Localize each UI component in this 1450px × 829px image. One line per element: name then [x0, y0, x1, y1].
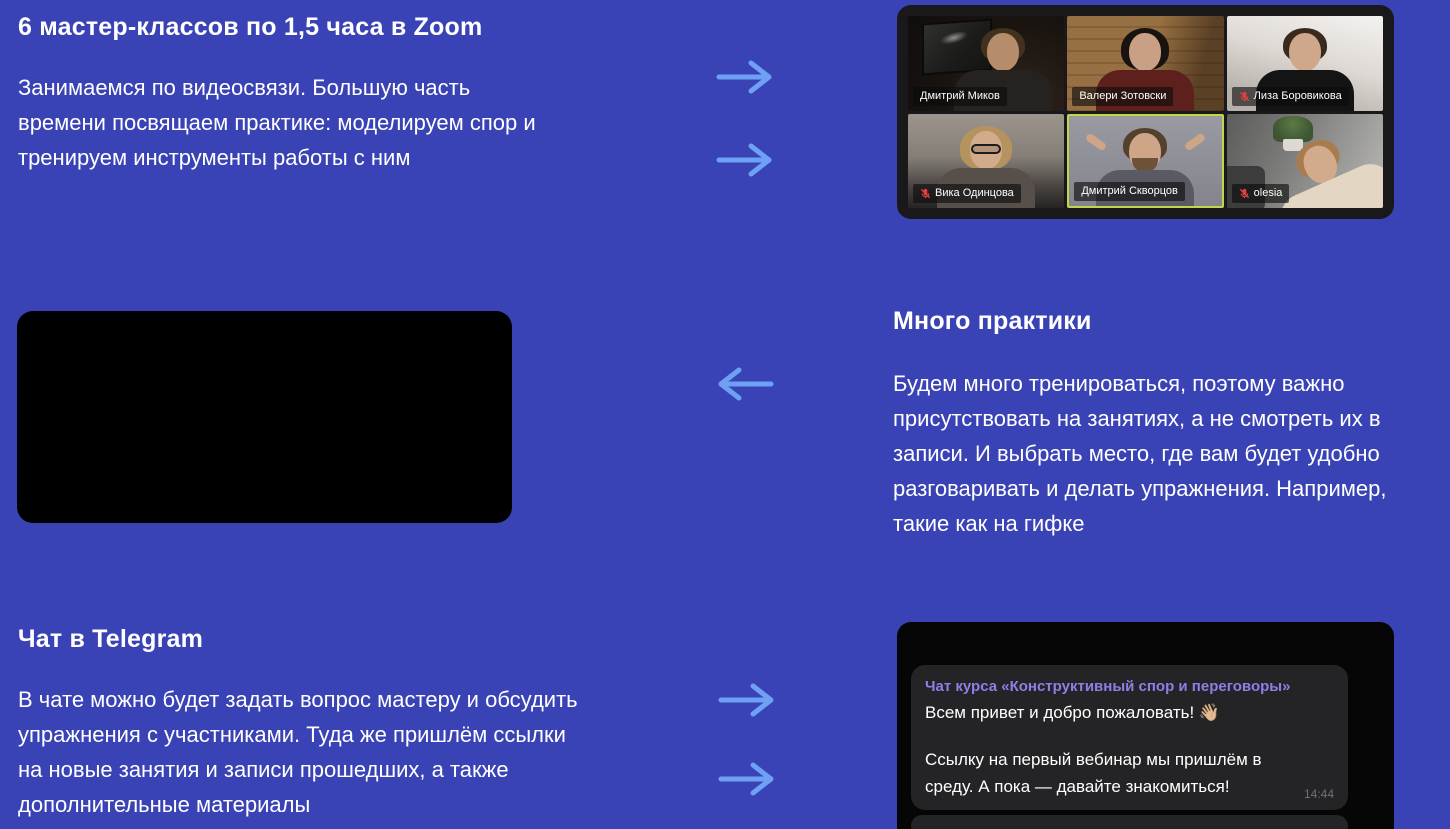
- telegram-message-bubble: Чат курса «Конструктивный спор и перегов…: [911, 665, 1348, 810]
- glasses: [971, 144, 1001, 154]
- pointing-hand: [1183, 132, 1206, 151]
- arrow-right-icon: [716, 141, 774, 179]
- participant-name: Валери Зотовски: [1079, 89, 1166, 104]
- telegram-chat-title: Чат курса «Конструктивный спор и перегов…: [925, 677, 1334, 696]
- text-line: времени посвящаем практике: моделируем с…: [18, 105, 536, 140]
- text-line: Ссылку на первый вебинар мы пришлём в: [925, 746, 1334, 773]
- telegram-section-body: В чате можно будет задать вопрос мастеру…: [18, 682, 578, 822]
- zoom-section-heading: 6 мастер-классов по 1,5 часа в Zoom: [18, 12, 536, 42]
- tv-screen: [922, 19, 992, 76]
- muted-mic-icon: [1239, 188, 1250, 199]
- pointing-hand: [1085, 132, 1108, 151]
- plant-pot: [1283, 139, 1303, 151]
- telegram-next-bubble-partial: [911, 815, 1348, 829]
- telegram-message-text: Ссылку на первый вебинар мы пришлём в ср…: [925, 746, 1334, 800]
- gif-video-placeholder: [17, 311, 512, 523]
- zoom-participant-tile: Вика Одинцова: [908, 114, 1064, 209]
- participant-name: Дмитрий Скворцов: [1081, 184, 1178, 199]
- text-line: Занимаемся по видеосвязи. Большую часть: [18, 70, 536, 105]
- practice-section-body: Будем много тренироваться, поэтому важно…: [893, 366, 1386, 541]
- text-line: дополнительные материалы: [18, 787, 578, 822]
- text-line: Будем много тренироваться, поэтому важно: [893, 366, 1386, 401]
- participant-name: Лиза Боровикова: [1254, 89, 1342, 104]
- text-line: записи. И выбрать место, где вам будет у…: [893, 436, 1386, 471]
- practice-section-heading: Много практики: [893, 306, 1386, 336]
- landing-section: 6 мастер-классов по 1,5 часа в Zoom Зани…: [0, 0, 1450, 829]
- muted-mic-icon: [920, 188, 931, 199]
- text-line: такие как на гифке: [893, 506, 1386, 541]
- participant-nametag: Валери Зотовски: [1072, 87, 1173, 106]
- text-line: В чате можно будет задать вопрос мастеру…: [18, 682, 578, 717]
- plant: [1273, 116, 1313, 142]
- participant-name: Вика Одинцова: [935, 186, 1014, 201]
- participant-nametag: Вика Одинцова: [913, 184, 1021, 203]
- zoom-participant-tile-active-speaker: Дмитрий Скворцов: [1067, 114, 1223, 209]
- text-line: тренируем инструменты работы с ним: [18, 140, 536, 175]
- text-line: на новые занятия и записи прошедших, а т…: [18, 752, 578, 787]
- zoom-participant-tile: Дмитрий Миков: [908, 16, 1064, 111]
- muted-mic-icon: [1239, 91, 1250, 102]
- participant-nametag: Дмитрий Скворцов: [1074, 182, 1185, 201]
- text-line: разговаривать и делать упражнения. Напри…: [893, 471, 1386, 506]
- zoom-participant-tile: Валери Зотовски: [1067, 16, 1223, 111]
- zoom-section: 6 мастер-классов по 1,5 часа в Zoom Зани…: [18, 12, 536, 175]
- zoom-call-screenshot: Дмитрий Миков Валери Зотовски: [897, 5, 1394, 219]
- arrow-right-icon: [718, 760, 776, 798]
- participant-nametag: olesia: [1232, 184, 1290, 203]
- arrow-left-icon: [716, 365, 774, 403]
- telegram-section-heading: Чат в Telegram: [18, 624, 578, 654]
- text-line: среду. А пока — давайте знакомиться!: [925, 773, 1334, 800]
- practice-section: Много практики Будем много тренироваться…: [893, 306, 1386, 541]
- participant-name: Дмитрий Миков: [920, 89, 1000, 104]
- participant-nametag: Дмитрий Миков: [913, 87, 1007, 106]
- arrow-right-icon: [718, 681, 776, 719]
- zoom-section-body: Занимаемся по видеосвязи. Большую часть …: [18, 70, 536, 175]
- text-line: упражнения с участниками. Туда же пришлё…: [18, 717, 578, 752]
- arrow-right-icon: [716, 58, 774, 96]
- message-timestamp: 14:44: [1304, 787, 1334, 801]
- participant-nametag: Лиза Боровикова: [1232, 87, 1349, 106]
- telegram-section: Чат в Telegram В чате можно будет задать…: [18, 624, 578, 822]
- telegram-chat-screenshot: Чат курса «Конструктивный спор и перегов…: [897, 622, 1394, 829]
- telegram-message-text: Всем привет и добро пожаловать! 👋🏼: [925, 701, 1334, 725]
- participant-name: olesia: [1254, 186, 1283, 201]
- text-line: присутствовать на занятиях, а не смотрет…: [893, 401, 1386, 436]
- zoom-participant-tile: Лиза Боровикова: [1227, 16, 1383, 111]
- zoom-participant-tile: olesia: [1227, 114, 1383, 209]
